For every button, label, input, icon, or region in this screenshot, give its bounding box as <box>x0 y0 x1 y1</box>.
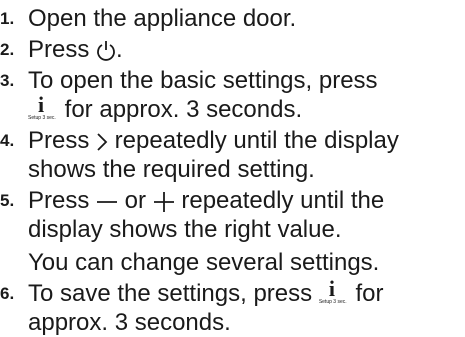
instruction-list: 1. Open the appliance door. 2. Press . 3… <box>0 0 465 337</box>
step-5: 5. Press or repeatedly until the display… <box>0 186 465 244</box>
step-text-part: Press <box>28 127 97 154</box>
step-text: To open the basic settings, press i Setup … <box>28 66 465 124</box>
step-text-part: or <box>118 187 153 214</box>
step-text: Press or repeatedly until the display sh… <box>28 186 465 244</box>
setup-info-icon: i Setup 3 sec. <box>318 276 347 306</box>
step-number: 1. <box>0 9 15 28</box>
step-number: 2. <box>0 40 15 59</box>
power-icon <box>97 40 115 61</box>
step-text: Press . <box>28 35 465 64</box>
step-text-part: Press <box>28 36 97 63</box>
step-number: 5. <box>0 191 15 210</box>
step-text-part: To save the settings, press <box>28 280 319 307</box>
step-number: 6. <box>0 284 15 303</box>
step-text-part: for approx. 3 seconds. <box>58 96 303 123</box>
step-number: 4. <box>0 131 15 150</box>
note-text: You can change several settings. <box>28 249 380 276</box>
step-6: 6. To save the settings, press i Setup 3 … <box>0 276 465 337</box>
step-text-part: To open the basic settings, press <box>28 67 378 94</box>
setup-icon-caption: Setup 3 sec. <box>318 299 347 305</box>
step-text: Open the appliance door. <box>28 5 297 32</box>
step-text: Press repeatedly until the display shows… <box>28 126 465 184</box>
chevron-right-icon <box>97 133 108 151</box>
step-text-part: . <box>116 36 123 63</box>
setup-info-icon: i Setup 3 sec. <box>28 92 56 122</box>
step-4: 4. Press repeatedly until the display sh… <box>0 126 465 184</box>
step-number: 3. <box>0 71 15 90</box>
step-text: To save the settings, press i Setup 3 sec… <box>28 276 465 337</box>
setup-icon-caption: Setup 3 sec. <box>28 115 56 121</box>
step-text-part: Press <box>28 187 97 214</box>
step-3: 3. To open the basic settings, press i Set… <box>0 66 465 124</box>
plus-icon <box>153 191 174 212</box>
step-1: 1. Open the appliance door. <box>0 4 465 33</box>
minus-icon <box>97 200 118 203</box>
step-2: 2. Press . <box>0 35 465 64</box>
